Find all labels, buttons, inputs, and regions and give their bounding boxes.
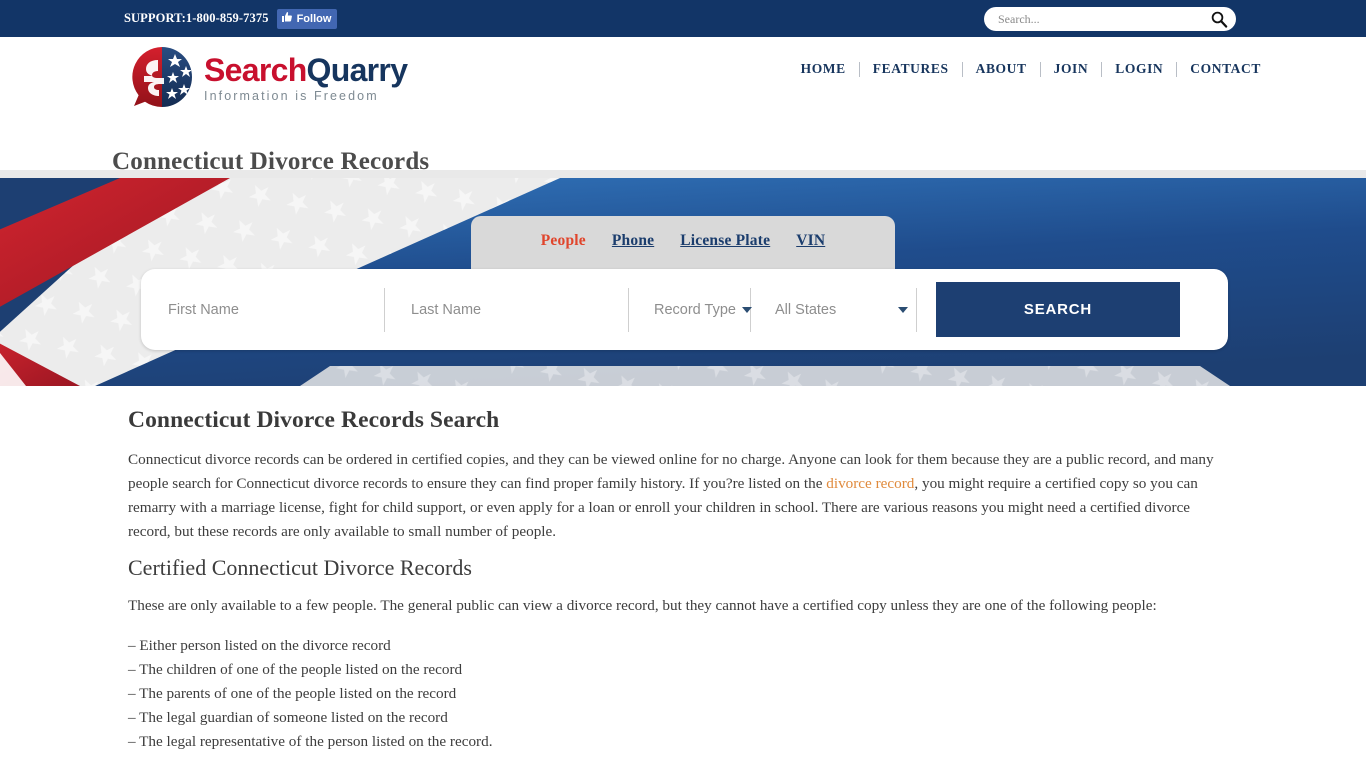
record-type-select[interactable]: Record Type	[629, 288, 752, 332]
top-bar-left: SUPPORT:1-800-859-7375 Follow	[124, 0, 338, 37]
nav-item-contact[interactable]: CONTACT	[1177, 61, 1274, 77]
chevron-down-icon	[898, 306, 908, 313]
state-select[interactable]: All States	[751, 288, 916, 332]
top-bar: SUPPORT:1-800-859-7375 Follow	[0, 0, 1366, 37]
nav-item-about[interactable]: ABOUT	[963, 61, 1040, 77]
record-type-label: Record Type	[654, 301, 736, 318]
facebook-follow-button[interactable]: Follow	[276, 8, 338, 29]
intro-paragraph: Connecticut divorce records can be order…	[128, 448, 1236, 544]
tab-phone[interactable]: Phone	[612, 232, 654, 250]
list-item: – The parents of one of the people liste…	[128, 685, 457, 702]
content-heading: Connecticut Divorce Records Search	[128, 407, 500, 433]
search-icon[interactable]	[1210, 10, 1228, 28]
list-item: – The legal representative of the person…	[128, 733, 493, 750]
divorce-record-link[interactable]: divorce record	[826, 475, 914, 492]
nav-item-login[interactable]: LOGIN	[1102, 61, 1176, 77]
list-item: – Either person listed on the divorce re…	[128, 637, 391, 654]
search-type-tabs: People Phone License Plate VIN	[471, 216, 895, 271]
tab-people[interactable]: People	[541, 232, 586, 250]
facebook-follow-label: Follow	[296, 12, 332, 25]
content-subheading: Certified Connecticut Divorce Records	[128, 555, 472, 580]
support-phone: SUPPORT:1-800-859-7375	[124, 11, 269, 25]
tab-license-plate[interactable]: License Plate	[680, 232, 770, 250]
first-name-input[interactable]	[166, 287, 384, 332]
nav-item-join[interactable]: JOIN	[1041, 61, 1102, 77]
certified-paragraph: These are only available to a few people…	[128, 597, 1157, 614]
people-search-form: Record Type All States SEARCH	[141, 269, 1228, 350]
header-search-input[interactable]	[984, 8, 1236, 30]
site-header: SearchQuarry Information is Freedom HOME…	[0, 37, 1366, 178]
logo-word-search: Search	[204, 51, 307, 88]
header-divider-strip	[0, 170, 1366, 178]
last-name-input[interactable]	[409, 287, 628, 332]
logo-word-quarry: Quarry	[306, 51, 408, 88]
state-label: All States	[775, 301, 837, 318]
last-name-field[interactable]	[385, 287, 628, 332]
search-button[interactable]: SEARCH	[936, 282, 1180, 337]
main-navigation: HOME FEATURES ABOUT JOIN LOGIN CONTACT	[788, 61, 1274, 77]
nav-item-home[interactable]: HOME	[788, 61, 859, 77]
field-divider	[916, 287, 917, 332]
tab-vin[interactable]: VIN	[796, 232, 825, 250]
site-logo[interactable]: SearchQuarry Information is Freedom	[128, 44, 408, 110]
list-item: – The children of one of the people list…	[128, 661, 463, 678]
eligibility-list: – Either person listed on the divorce re…	[128, 634, 493, 754]
first-name-field[interactable]	[141, 287, 384, 332]
nav-item-features[interactable]: FEATURES	[860, 61, 962, 77]
logo-text: SearchQuarry Information is Freedom	[204, 51, 408, 103]
list-item: – The legal guardian of someone listed o…	[128, 709, 448, 726]
logo-tagline: Information is Freedom	[204, 88, 379, 103]
searchquarry-logo-icon	[128, 44, 196, 110]
logo-wordmark: SearchQuarry	[204, 51, 408, 88]
thumbs-up-icon	[281, 11, 293, 26]
header-search-box[interactable]	[984, 7, 1236, 31]
